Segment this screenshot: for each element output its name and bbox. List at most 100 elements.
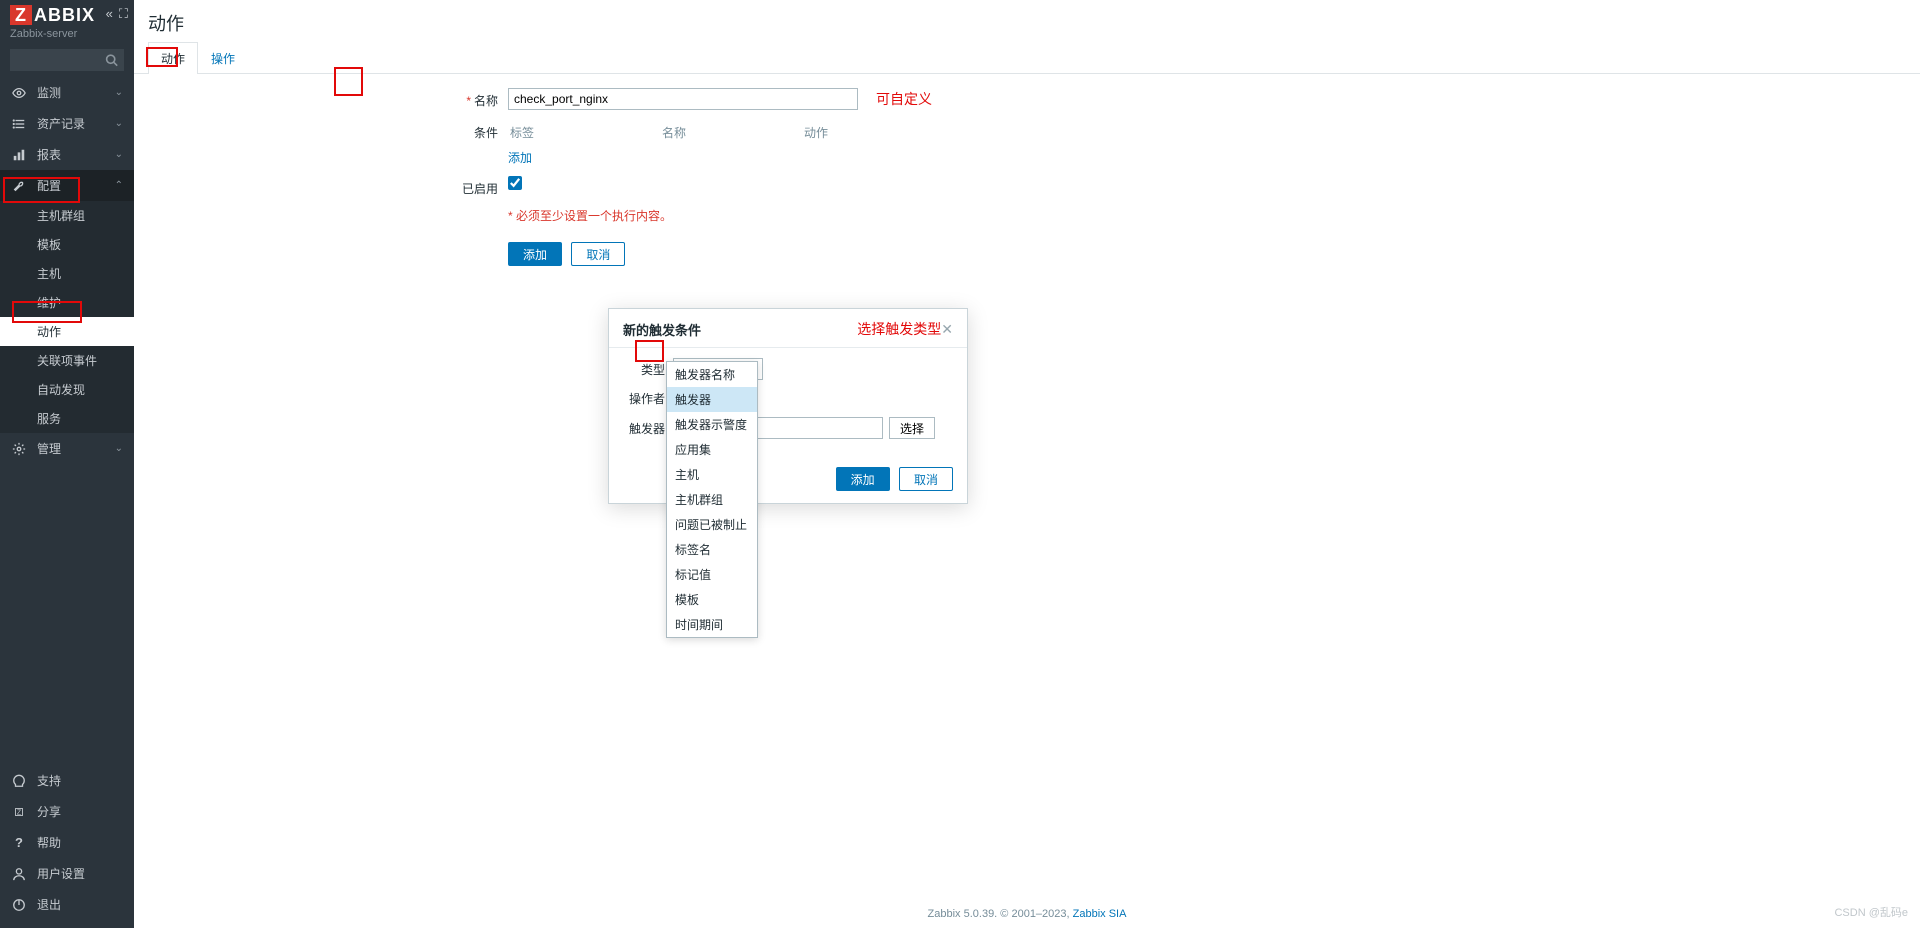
footer-text: Zabbix 5.0.39. © 2001–2023, xyxy=(928,908,1073,920)
user-icon xyxy=(11,866,27,882)
dropdown-item[interactable]: 主机 xyxy=(667,462,757,487)
chevron-down-icon: ⌄ xyxy=(115,118,123,129)
dropdown-item[interactable]: 标签名 xyxy=(667,537,757,562)
dropdown-item[interactable]: 应用集 xyxy=(667,437,757,462)
add-condition-link[interactable]: 添加 xyxy=(508,149,532,166)
sidebar: ZABBIX « ⛶ Zabbix-server 监测 ⌄ 资产记录 ⌄ 报表 … xyxy=(0,0,134,928)
wrench-icon xyxy=(11,178,27,194)
close-icon[interactable]: ✕ xyxy=(941,321,953,338)
sidebar-item-maintenance[interactable]: 维护 xyxy=(0,288,134,317)
col-action: 动作 xyxy=(804,122,856,143)
chart-icon xyxy=(11,147,27,163)
svg-text:Z: Z xyxy=(17,809,22,816)
support-icon xyxy=(11,773,27,789)
modal-footer: 添加 取消 xyxy=(609,459,967,503)
annotation-type: 选择触发类型 xyxy=(857,319,941,339)
share-icon: Z xyxy=(11,804,27,820)
footer: Zabbix 5.0.39. © 2001–2023, Zabbix SIA xyxy=(134,908,1920,920)
nav-label: 退出 xyxy=(37,896,123,913)
row-hint: * 必须至少设置一个执行内容。 xyxy=(148,207,1906,224)
dropdown-item[interactable]: 触发器名称 xyxy=(667,362,757,387)
nav-share[interactable]: Z 分享 xyxy=(0,796,134,827)
list-icon xyxy=(11,116,27,132)
select-trigger-button[interactable]: 选择 xyxy=(889,417,935,439)
modal-add-button[interactable]: 添加 xyxy=(836,467,890,491)
logo-rest: ABBIX xyxy=(32,5,95,25)
name-label-text: 名称 xyxy=(474,94,498,108)
search-icon[interactable] xyxy=(105,54,118,67)
tab-action[interactable]: 动作 xyxy=(148,42,198,74)
tab-operations[interactable]: 操作 xyxy=(198,42,248,73)
nav-label: 用户设置 xyxy=(37,865,123,882)
modal-body: 类型 触发器 ▾ 操作者 触发器 选择 xyxy=(609,348,967,459)
logo-z: Z xyxy=(10,5,32,25)
type-dropdown: 触发器名称 触发器 触发器示警度 应用集 主机 主机群组 问题已被制止 标签名 … xyxy=(666,361,758,638)
sidebar-item-services[interactable]: 服务 xyxy=(0,404,134,433)
dropdown-item[interactable]: 触发器示警度 xyxy=(667,412,757,437)
dropdown-item[interactable]: 问题已被制止 xyxy=(667,512,757,537)
sidebar-item-hosts[interactable]: 主机 xyxy=(0,259,134,288)
tabs: 动作 操作 xyxy=(134,42,1920,74)
footer-link[interactable]: Zabbix SIA xyxy=(1073,908,1127,920)
col-tag: 标签 xyxy=(510,122,660,143)
row-conditions: 条件 标签 名称 动作 添加 xyxy=(148,120,1906,166)
nav-label: 配置 xyxy=(37,177,115,194)
nav-support[interactable]: 支持 xyxy=(0,765,134,796)
conditions-table: 标签 名称 动作 xyxy=(508,120,858,145)
row-buttons: 添加 取消 xyxy=(148,234,1906,266)
nav-reports[interactable]: 报表 ⌄ xyxy=(0,139,134,170)
nav-logout[interactable]: 退出 xyxy=(0,889,134,920)
watermark: CSDN @乱码e xyxy=(1834,904,1908,920)
dropdown-item[interactable]: 时间期间 xyxy=(667,612,757,637)
enabled-checkbox[interactable] xyxy=(508,176,522,190)
page-header: 动作 xyxy=(134,0,1920,42)
cancel-button[interactable]: 取消 xyxy=(571,242,625,266)
nav-label: 资产记录 xyxy=(37,115,115,132)
sidebar-item-hostgroups[interactable]: 主机群组 xyxy=(0,201,134,230)
nav-label: 监测 xyxy=(37,84,115,101)
sidebar-item-discovery[interactable]: 自动发现 xyxy=(0,375,134,404)
chevron-down-icon: ⌄ xyxy=(115,149,123,160)
modal-header: 新的触发条件 选择触发类型 ✕ xyxy=(609,309,967,348)
help-icon: ? xyxy=(11,835,27,851)
nav: 监测 ⌄ 资产记录 ⌄ 报表 ⌄ 配置 ⌃ 主机群组 模板 主机 维护 动作 关… xyxy=(0,77,134,765)
enabled-label: 已启用 xyxy=(148,176,508,197)
page-title: 动作 xyxy=(148,10,1906,36)
annotation-name: 可自定义 xyxy=(876,89,932,109)
dropdown-item[interactable]: 触发器 xyxy=(667,387,757,412)
modal-title: 新的触发条件 xyxy=(623,320,837,339)
nav-usersettings[interactable]: 用户设置 xyxy=(0,858,134,889)
nav-inventory[interactable]: 资产记录 ⌄ xyxy=(0,108,134,139)
name-label: *名称 xyxy=(148,88,508,109)
collapse-icon[interactable]: « xyxy=(106,6,113,22)
config-subitems: 主机群组 模板 主机 维护 动作 关联项事件 自动发现 服务 xyxy=(0,201,134,433)
dropdown-item[interactable]: 模板 xyxy=(667,587,757,612)
fullscreen-icon[interactable]: ⛶ xyxy=(119,6,128,22)
col-name: 名称 xyxy=(662,122,802,143)
chevron-up-icon: ⌃ xyxy=(115,180,123,191)
nav-label: 管理 xyxy=(37,440,115,457)
sidebar-item-actions[interactable]: 动作 xyxy=(0,317,134,346)
chevron-down-icon: ⌄ xyxy=(115,87,123,98)
main: 动作 动作 操作 *名称 可自定义 条件 标签 名称 动作 xyxy=(134,0,1920,290)
sidebar-top-icons: « ⛶ xyxy=(106,6,128,22)
dropdown-item[interactable]: 主机群组 xyxy=(667,487,757,512)
conditions-label: 条件 xyxy=(148,120,508,141)
search-container xyxy=(0,43,134,77)
nav-monitoring[interactable]: 监测 ⌄ xyxy=(0,77,134,108)
nav-config[interactable]: 配置 ⌃ xyxy=(0,170,134,201)
modal-cancel-button[interactable]: 取消 xyxy=(899,467,953,491)
row-name: *名称 可自定义 xyxy=(148,88,1906,110)
nav-label: 分享 xyxy=(37,803,123,820)
row-enabled: 已启用 xyxy=(148,176,1906,197)
nav-admin[interactable]: 管理 ⌄ xyxy=(0,433,134,464)
nav-help[interactable]: ? 帮助 xyxy=(0,827,134,858)
dropdown-item[interactable]: 标记值 xyxy=(667,562,757,587)
nav-label: 帮助 xyxy=(37,834,123,851)
sidebar-item-eventcorr[interactable]: 关联项事件 xyxy=(0,346,134,375)
nav-label: 报表 xyxy=(37,146,115,163)
add-button[interactable]: 添加 xyxy=(508,242,562,266)
name-input[interactable] xyxy=(508,88,858,110)
nav-bottom: 支持 Z 分享 ? 帮助 用户设置 退出 xyxy=(0,765,134,928)
sidebar-item-templates[interactable]: 模板 xyxy=(0,230,134,259)
